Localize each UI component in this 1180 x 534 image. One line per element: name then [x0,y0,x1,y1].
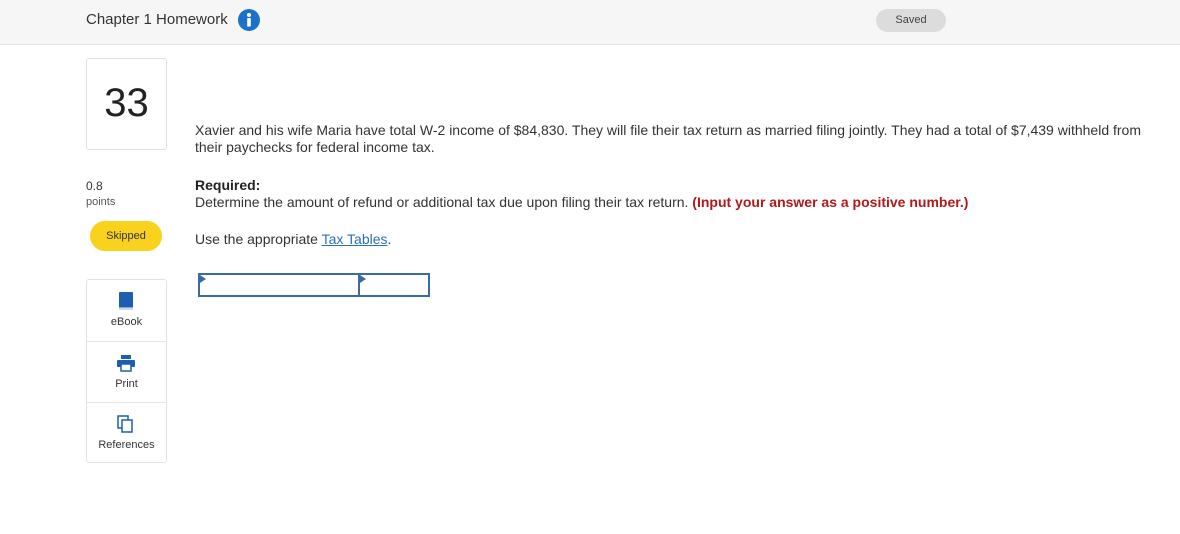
ebook-button[interactable]: eBook [87,280,166,341]
tax-tables-prefix: Use the appropriate [195,231,318,247]
skipped-badge: Skipped [90,221,162,251]
print-button[interactable]: Print [87,341,166,402]
top-bar: Chapter 1 Homework Saved [0,0,1180,45]
points-value: 0.8 [86,179,103,193]
book-icon [116,291,136,311]
tax-tables-line: Use the appropriate Tax Tables. [195,231,391,247]
answer-label-cell[interactable] [200,275,360,295]
answer-row [198,273,430,297]
references-label: References [98,439,155,451]
references-icon [116,414,136,434]
tax-tables-link[interactable]: Tax Tables [322,231,388,247]
references-button[interactable]: References [87,402,166,463]
answer-format-note: (Input your answer as a positive number.… [692,194,969,210]
points-label: points [86,196,116,208]
assignment-title: Chapter 1 Homework [86,11,228,28]
printer-icon [116,353,136,373]
question-number-box: 33 [86,58,167,150]
question-number: 33 [104,81,149,125]
required-instructions: Determine the amount of refund or additi… [195,194,1155,210]
answer-amount-input[interactable] [360,275,428,295]
tax-tables-suffix: . [387,231,392,247]
required-heading: Required: [195,177,261,193]
ebook-label: eBook [110,316,143,328]
saved-status-badge: Saved [876,9,946,32]
answer-label-input[interactable] [200,275,358,295]
tools-panel: eBook Print References [86,279,167,463]
info-icon[interactable] [238,9,260,31]
required-text: Determine the amount of refund or additi… [195,194,689,210]
answer-amount-cell[interactable] [360,275,428,295]
question-text: Xavier and his wife Maria have total W-2… [195,122,1141,155]
print-label: Print [115,378,138,390]
